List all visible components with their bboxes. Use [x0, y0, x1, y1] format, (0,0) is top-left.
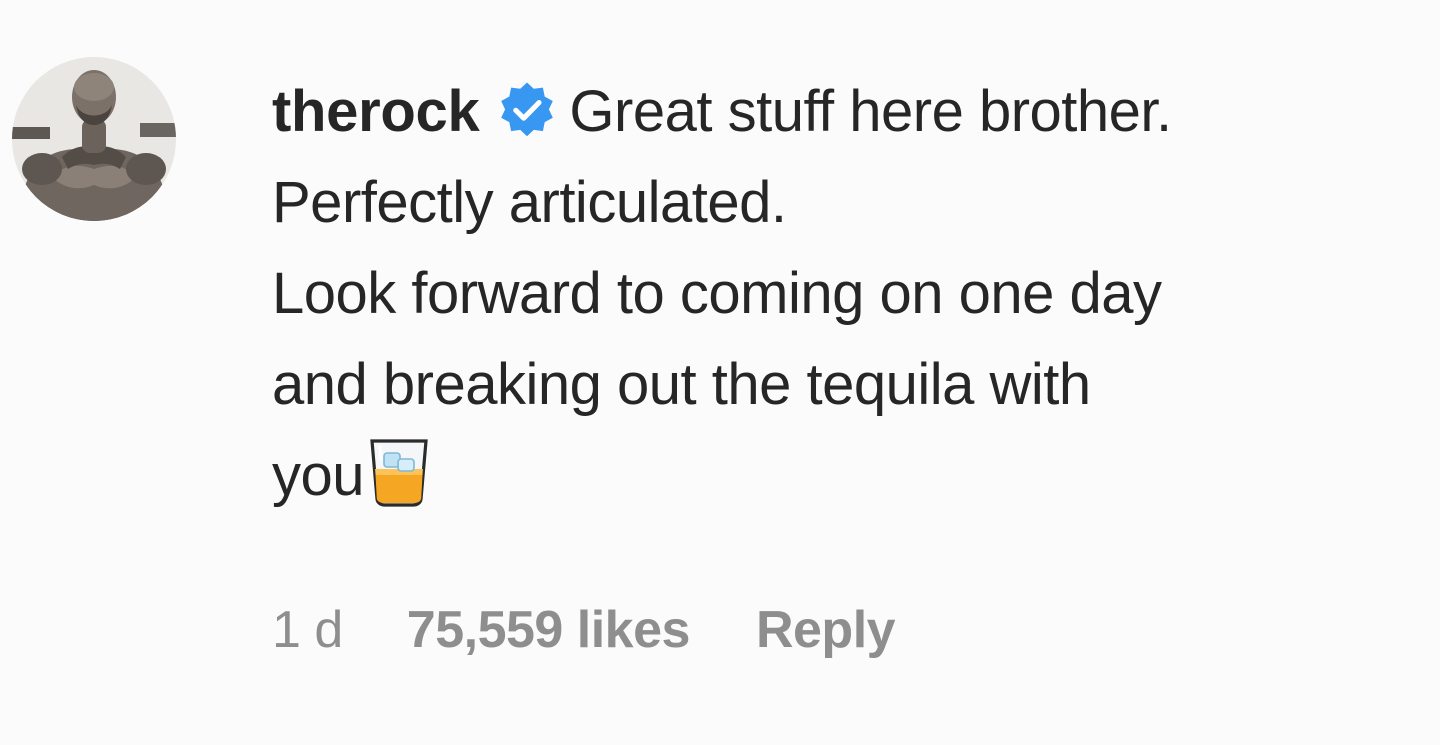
avatar[interactable] — [12, 57, 176, 221]
comment-text-line-1: Great stuff here brother. — [569, 79, 1172, 144]
comment-text-line-5: you — [272, 443, 365, 508]
comment-text-line-2: Perfectly articulated. — [272, 170, 787, 235]
avatar-image — [12, 57, 176, 221]
reply-button[interactable]: Reply — [756, 600, 896, 660]
comment-text-line-4: and breaking out the tequila with — [272, 352, 1091, 417]
username-link[interactable]: therock — [272, 79, 480, 144]
tumbler-glass-emoji-icon — [368, 435, 430, 507]
timestamp[interactable]: 1 d — [272, 600, 343, 660]
comment-meta: 1 d 75,559 likes Reply — [272, 600, 896, 660]
comment-text-line-3: Look forward to coming on one day — [272, 261, 1162, 326]
comment-body: therock Great stuff here brother. Perfect… — [272, 66, 1422, 521]
verified-badge-icon — [497, 81, 557, 141]
likes-count-button[interactable]: 75,559 likes — [407, 600, 691, 660]
comment: therock Great stuff here brother. Perfect… — [0, 0, 1440, 745]
